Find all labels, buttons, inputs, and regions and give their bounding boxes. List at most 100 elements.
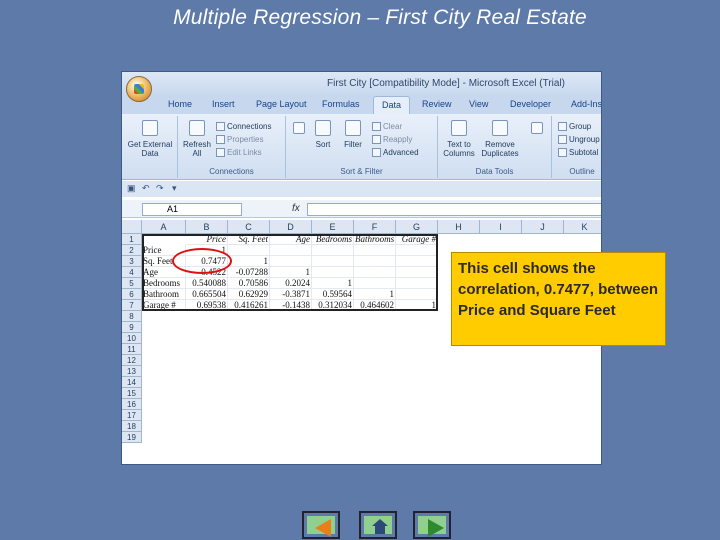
row-header-4[interactable]: 4 (122, 267, 142, 278)
column-header-i[interactable]: I (480, 220, 522, 234)
tab-developer[interactable]: Developer (510, 99, 551, 109)
correlation-cell[interactable]: 0.416261 (228, 300, 270, 311)
row-header-10[interactable]: 10 (122, 333, 142, 344)
correlation-cell[interactable]: 0.665504 (186, 289, 228, 300)
subtotal-button[interactable]: Subtotal (558, 148, 598, 158)
correlation-cell[interactable]: 1 (354, 289, 396, 300)
formula-input[interactable] (307, 203, 601, 216)
ungroup-button[interactable]: Ungroup (558, 135, 600, 145)
group-button[interactable]: Group (558, 122, 591, 132)
header-cell[interactable]: Bathrooms (354, 234, 396, 245)
home-button[interactable] (359, 511, 397, 539)
prev-slide-button[interactable] (302, 511, 340, 539)
row-header-2[interactable]: 2 (122, 245, 142, 256)
correlation-cell[interactable] (396, 245, 438, 256)
row-header-5[interactable]: 5 (122, 278, 142, 289)
redo-icon[interactable]: ↷ (156, 183, 164, 194)
advanced-button[interactable]: Advanced (372, 148, 419, 158)
refresh-all-button[interactable]: Refresh All (180, 120, 214, 158)
text-to-columns-button[interactable]: Text to Columns (440, 120, 478, 158)
column-header-b[interactable]: B (186, 220, 228, 234)
header-cell[interactable]: Age (270, 234, 312, 245)
correlation-cell[interactable] (396, 256, 438, 267)
office-button[interactable] (126, 76, 152, 102)
row-header-6[interactable]: 6 (122, 289, 142, 300)
validation-button[interactable] (526, 122, 548, 138)
tab-home[interactable]: Home (168, 99, 192, 109)
row-header-19[interactable]: 19 (122, 432, 142, 443)
column-header-g[interactable]: G (396, 220, 438, 234)
undo-icon[interactable]: ↶ (142, 183, 150, 194)
header-cell[interactable]: Bedrooms (312, 234, 354, 245)
header-cell[interactable]: Price (186, 234, 228, 245)
row-header-3[interactable]: 3 (122, 256, 142, 267)
tab-data[interactable]: Data (373, 96, 411, 115)
column-header-f[interactable]: F (354, 220, 396, 234)
correlation-cell[interactable]: 0.540088 (186, 278, 228, 289)
save-icon[interactable]: ▣ (127, 183, 136, 194)
correlation-cell[interactable] (354, 256, 396, 267)
header-cell[interactable]: Garage # (396, 234, 438, 245)
tab-page-layout[interactable]: Page Layout (256, 99, 307, 109)
column-header-a[interactable]: A (142, 220, 186, 234)
correlation-cell[interactable] (354, 245, 396, 256)
customize-toolbar-icon[interactable]: ▾ (172, 183, 177, 194)
tab-review[interactable]: Review (422, 99, 452, 109)
correlation-cell[interactable]: 1 (270, 267, 312, 278)
row-label-cell[interactable]: Garage # (142, 300, 186, 311)
correlation-cell[interactable] (396, 289, 438, 300)
correlation-cell[interactable] (312, 245, 354, 256)
column-header-h[interactable]: H (438, 220, 480, 234)
reapply-button[interactable]: Reapply (372, 135, 412, 145)
row-header-12[interactable]: 12 (122, 355, 142, 366)
row-header-17[interactable]: 17 (122, 410, 142, 421)
connections-button[interactable]: Connections (216, 122, 271, 132)
correlation-cell[interactable]: 0.69538 (186, 300, 228, 311)
row-header-11[interactable]: 11 (122, 344, 142, 355)
row-header-13[interactable]: 13 (122, 366, 142, 377)
tab-formulas[interactable]: Formulas (322, 99, 360, 109)
column-header-c[interactable]: C (228, 220, 270, 234)
header-cell[interactable]: Sq. Feet (228, 234, 270, 245)
correlation-cell[interactable]: -0.1438 (270, 300, 312, 311)
get-external-data-button[interactable]: Get External Data (126, 120, 174, 158)
correlation-cell[interactable]: 0.2024 (270, 278, 312, 289)
tab-view[interactable]: View (469, 99, 488, 109)
sort-button[interactable]: Sort (310, 120, 336, 149)
correlation-cell[interactable]: 1 (396, 300, 438, 311)
name-box[interactable]: A1 (142, 203, 242, 216)
correlation-cell[interactable]: -0.07288 (228, 267, 270, 278)
row-header-9[interactable]: 9 (122, 322, 142, 333)
select-all-corner[interactable] (122, 220, 142, 234)
correlation-cell[interactable] (354, 278, 396, 289)
correlation-cell[interactable] (228, 245, 270, 256)
properties-button[interactable]: Properties (216, 135, 263, 145)
row-label-cell[interactable]: Bedrooms (142, 278, 186, 289)
correlation-cell[interactable]: -0.3871 (270, 289, 312, 300)
row-header-7[interactable]: 7 (122, 300, 142, 311)
column-header-k[interactable]: K (564, 220, 601, 234)
correlation-cell[interactable]: 0.464602 (354, 300, 396, 311)
remove-duplicates-button[interactable]: Remove Duplicates (478, 120, 522, 158)
tab-insert[interactable]: Insert (212, 99, 235, 109)
correlation-cell[interactable] (396, 278, 438, 289)
correlation-cell[interactable]: 0.62929 (228, 289, 270, 300)
correlation-cell[interactable]: 0.312034 (312, 300, 354, 311)
correlation-cell[interactable]: 1 (312, 278, 354, 289)
correlation-cell[interactable] (396, 267, 438, 278)
row-header-15[interactable]: 15 (122, 388, 142, 399)
correlation-cell[interactable] (270, 245, 312, 256)
correlation-cell[interactable]: 0.70586 (228, 278, 270, 289)
tab-add-ins[interactable]: Add-Ins (571, 99, 601, 109)
sort-az-button[interactable] (288, 122, 310, 138)
correlation-cell[interactable]: 1 (228, 256, 270, 267)
column-header-j[interactable]: J (522, 220, 564, 234)
edit-links-button[interactable]: Edit Links (216, 148, 262, 158)
row-header-16[interactable]: 16 (122, 399, 142, 410)
row-header-18[interactable]: 18 (122, 421, 142, 432)
filter-button[interactable]: Filter (338, 120, 368, 149)
correlation-cell[interactable] (354, 267, 396, 278)
column-header-e[interactable]: E (312, 220, 354, 234)
row-header-14[interactable]: 14 (122, 377, 142, 388)
correlation-cell[interactable] (312, 267, 354, 278)
